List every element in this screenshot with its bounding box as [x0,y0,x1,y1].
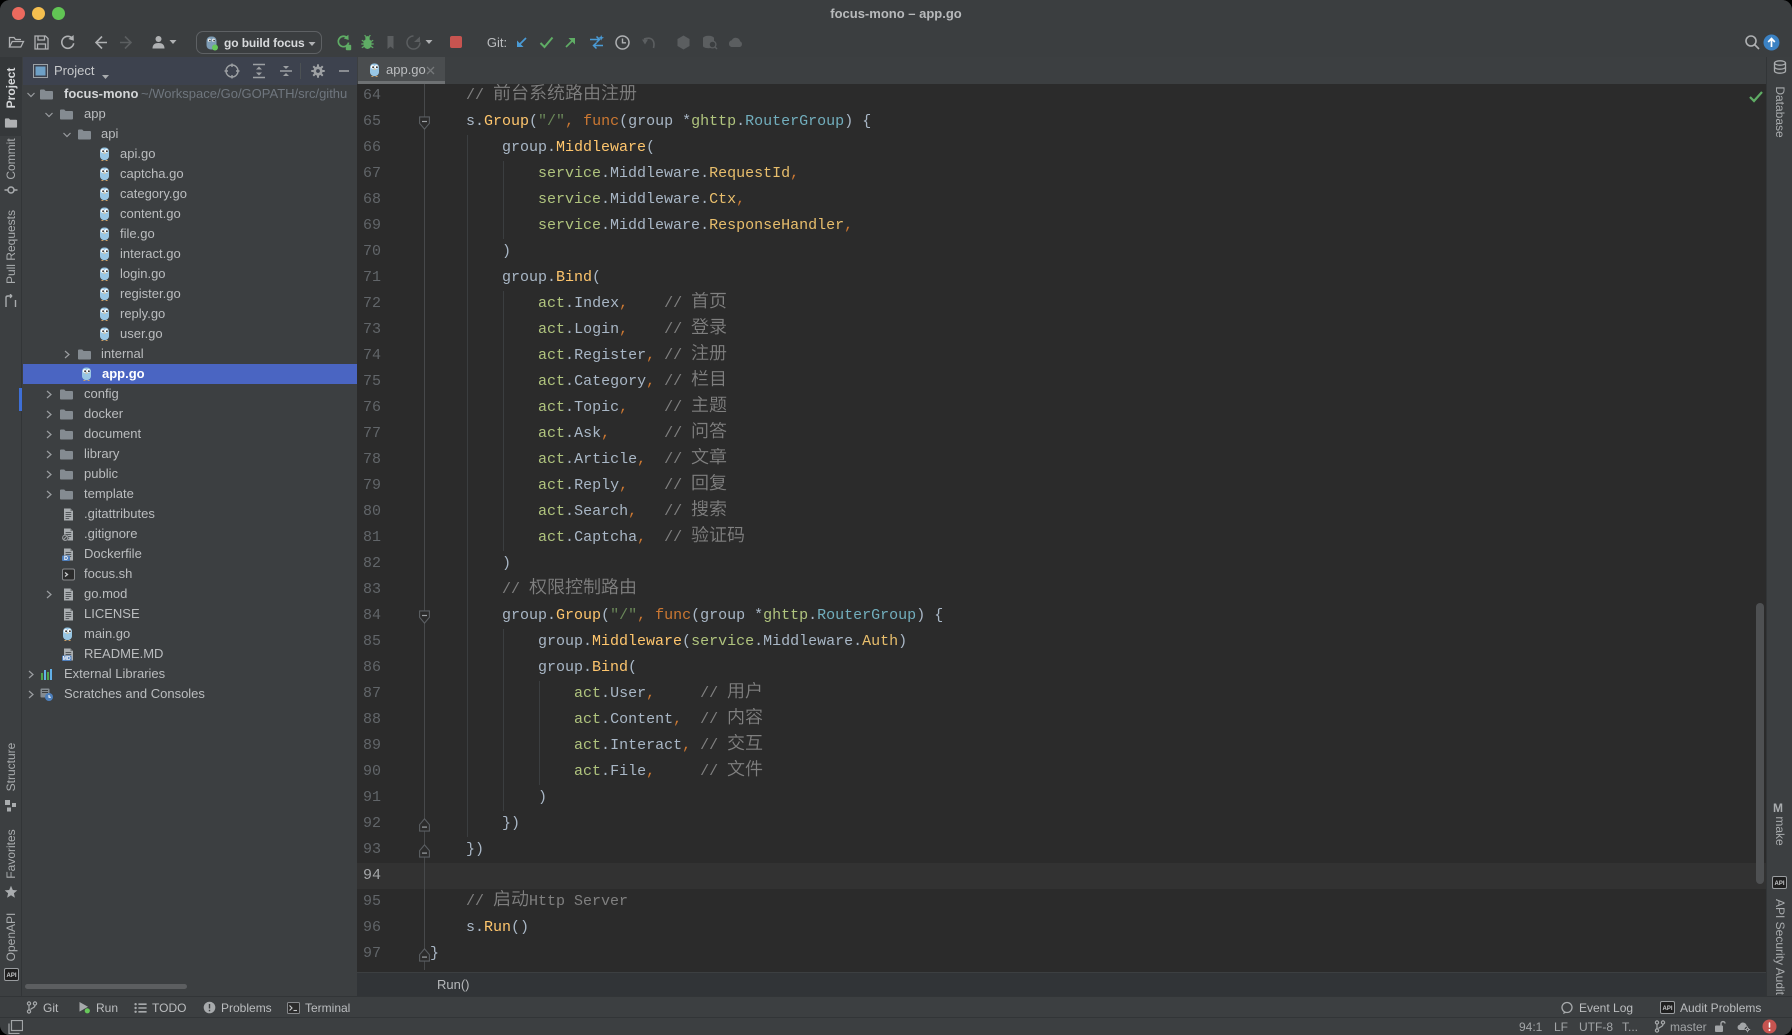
svg-text:API: API [1662,1006,1672,1012]
svg-text:API: API [6,973,16,979]
